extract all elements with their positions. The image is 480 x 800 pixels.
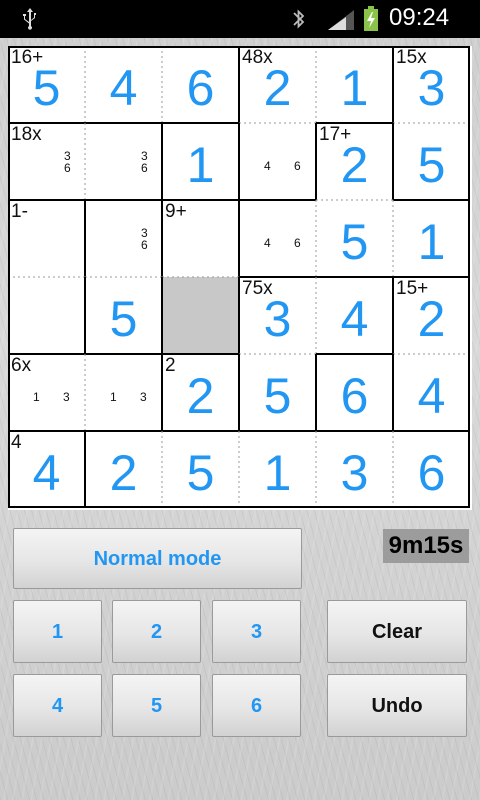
mode-button-label: Normal mode [93,548,222,570]
digit-button-label: 1 [51,621,64,643]
digit-button-label: 5 [150,695,163,717]
bluetooth-icon [293,9,305,29]
digit-button-6[interactable]: 6 [212,674,301,737]
digit-button-label: 2 [150,621,163,643]
status-time: 09:24 [389,4,450,31]
signal-icon [328,10,354,30]
board-grid-lines [8,46,470,508]
digit-button-3[interactable]: 3 [212,600,301,663]
mode-button[interactable]: Normal mode [13,528,302,589]
digit-button-label: 4 [51,695,64,717]
digit-button-1[interactable]: 1 [13,600,102,663]
digit-button-label: 3 [250,621,263,643]
kenken-board: 5 16+ 4 6 2 48x 1 3 15x 18x 3 6 3 6 1 4 6 2 17+ 5 1- 3 6 9+ 4 6 5 1… [8,46,472,510]
usb-icon [23,8,36,30]
digit-button-label: 6 [250,695,263,717]
undo-button-label: Undo [371,695,423,717]
digit-button-4[interactable]: 4 [13,674,102,737]
clear-button[interactable]: Clear [327,600,467,663]
digit-button-2[interactable]: 2 [112,600,201,663]
digit-button-5[interactable]: 5 [112,674,201,737]
battery-charging-icon [364,6,378,31]
timer-display: 9m15s [383,529,469,563]
undo-button[interactable]: Undo [327,674,467,737]
status-bar: 09:24 [0,0,480,38]
clear-button-label: Clear [371,621,423,643]
